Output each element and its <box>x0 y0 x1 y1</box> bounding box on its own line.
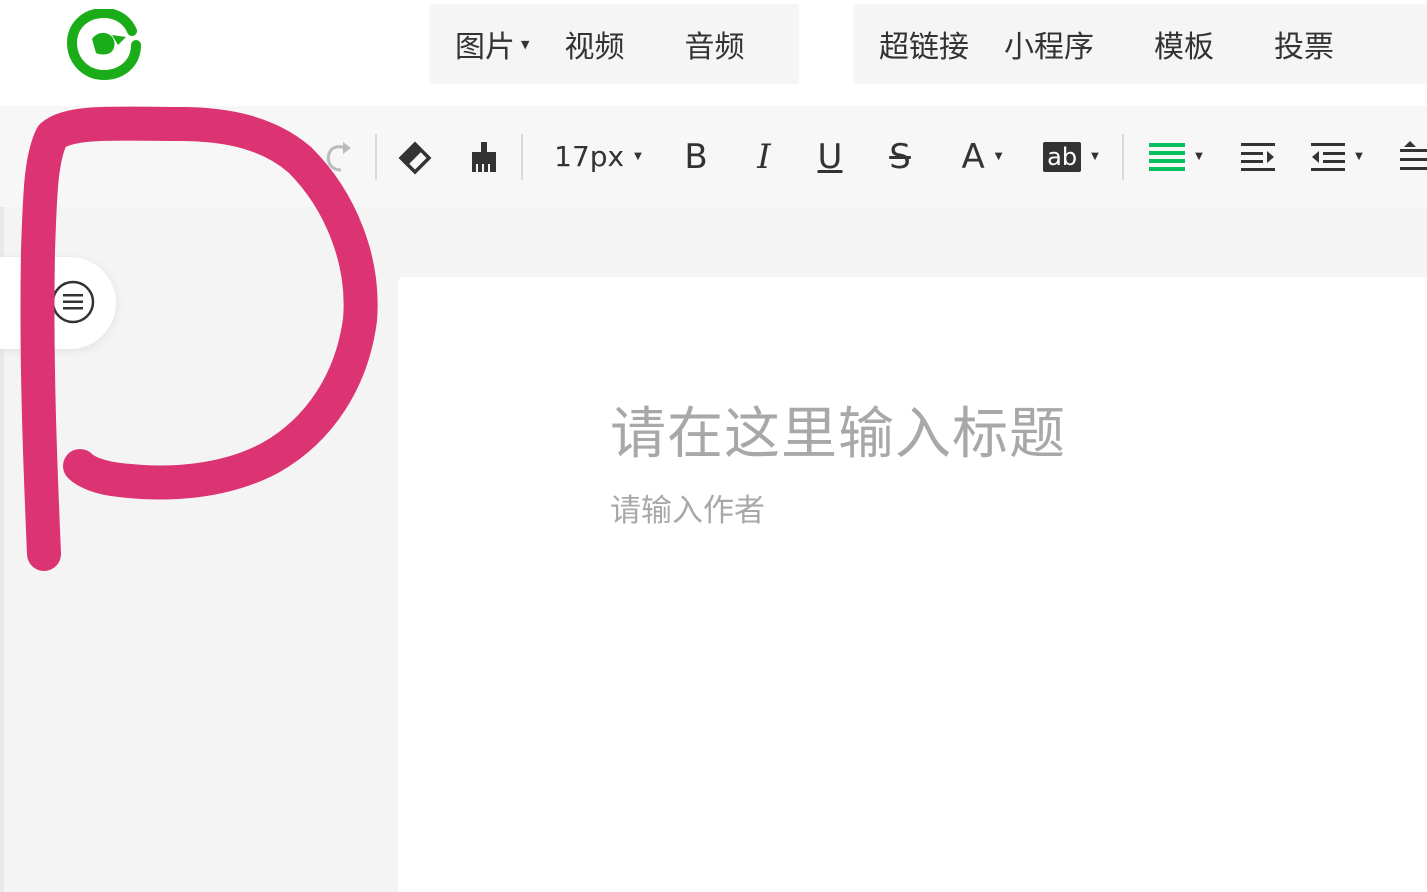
menu-video-label: 视频 <box>564 30 625 65</box>
menu-vote[interactable]: 投票 <box>1274 22 1334 66</box>
highlight-icon: ab <box>1043 141 1082 172</box>
clear-format-button[interactable] <box>392 106 436 207</box>
indent-icon <box>1311 142 1346 171</box>
toolbar-divider <box>1122 134 1124 180</box>
menu-template[interactable]: 模板 <box>1154 22 1214 66</box>
italic-button[interactable]: I <box>744 106 784 207</box>
menu-mini-program-label: 小程序 <box>1004 30 1094 65</box>
title-input[interactable]: 请在这里输入标题 <box>610 389 1310 470</box>
font-size-dropdown[interactable]: 17px ▼ <box>548 106 648 207</box>
formatting-toolbar: 17px ▼ B I U S A ▼ ab ▼ ▼ ▼ <box>0 106 1427 207</box>
italic-icon: I <box>757 136 771 177</box>
align-justify-icon <box>1149 142 1186 171</box>
menu-template-label: 模板 <box>1154 30 1214 65</box>
strikethrough-icon: S <box>889 136 911 177</box>
highlight-color-button[interactable]: ab ▼ <box>1038 106 1104 207</box>
chevron-down-icon: ▼ <box>994 151 1003 162</box>
underline-button[interactable]: U <box>810 106 850 207</box>
indent-right-icon <box>1241 142 1275 171</box>
chevron-down-icon: ▼ <box>1195 151 1203 162</box>
format-brush-icon <box>472 141 496 172</box>
menu-hyperlink[interactable]: 超链接 <box>879 22 969 66</box>
underline-icon: U <box>817 136 843 177</box>
font-color-button[interactable]: A ▼ <box>950 106 1014 207</box>
menu-mini-program[interactable]: 小程序 <box>1004 22 1094 66</box>
author-input[interactable]: 请输入作者 <box>610 485 1010 530</box>
toolbar-divider <box>375 134 377 180</box>
editor-canvas[interactable]: 请在这里输入标题 请输入作者 <box>398 277 1427 892</box>
strikethrough-button[interactable]: S <box>880 106 920 207</box>
chevron-down-icon: ▼ <box>1091 151 1099 162</box>
chevron-down-icon: ▼ <box>634 151 642 162</box>
format-painter-button[interactable] <box>462 106 506 207</box>
wechat-logo-icon <box>66 9 141 81</box>
chevron-down-icon: ▼ <box>1355 151 1363 162</box>
font-color-icon: A <box>961 136 985 177</box>
bold-button[interactable]: B <box>676 106 716 207</box>
font-size-value: 17px <box>554 140 625 173</box>
top-menu-bar: 图片 ▼ 视频 音频 超链接 小程序 模板 投票 <box>0 0 1427 106</box>
indent-button[interactable]: ▼ <box>1304 106 1370 207</box>
menu-audio[interactable]: 音频 <box>684 22 744 66</box>
menu-image-label: 图片 <box>455 30 515 65</box>
menu-image[interactable]: 图片 ▼ <box>455 22 529 66</box>
line-spacing-button[interactable] <box>1396 106 1427 207</box>
menu-vote-label: 投票 <box>1274 30 1334 65</box>
media-insert-group: 图片 ▼ 视频 音频 <box>429 4 799 84</box>
bold-icon: B <box>684 136 708 177</box>
undo-button[interactable] <box>260 106 300 207</box>
undo-icon <box>269 143 291 166</box>
line-spacing-icon <box>1400 140 1427 170</box>
outline-list-icon <box>51 280 95 324</box>
align-button[interactable]: ▼ <box>1144 106 1208 207</box>
chevron-down-icon: ▼ <box>521 37 530 51</box>
menu-audio-label: 音频 <box>684 30 745 65</box>
content-insert-group: 超链接 小程序 模板 投票 <box>853 4 1427 84</box>
toolbar-divider <box>521 134 523 180</box>
indent-right-button[interactable] <box>1238 106 1278 207</box>
menu-video[interactable]: 视频 <box>564 22 624 66</box>
outline-toggle-button[interactable] <box>0 257 116 349</box>
redo-button[interactable] <box>318 106 358 207</box>
eraser-icon <box>398 141 432 174</box>
redo-icon <box>326 141 351 171</box>
menu-hyperlink-label: 超链接 <box>879 30 969 65</box>
